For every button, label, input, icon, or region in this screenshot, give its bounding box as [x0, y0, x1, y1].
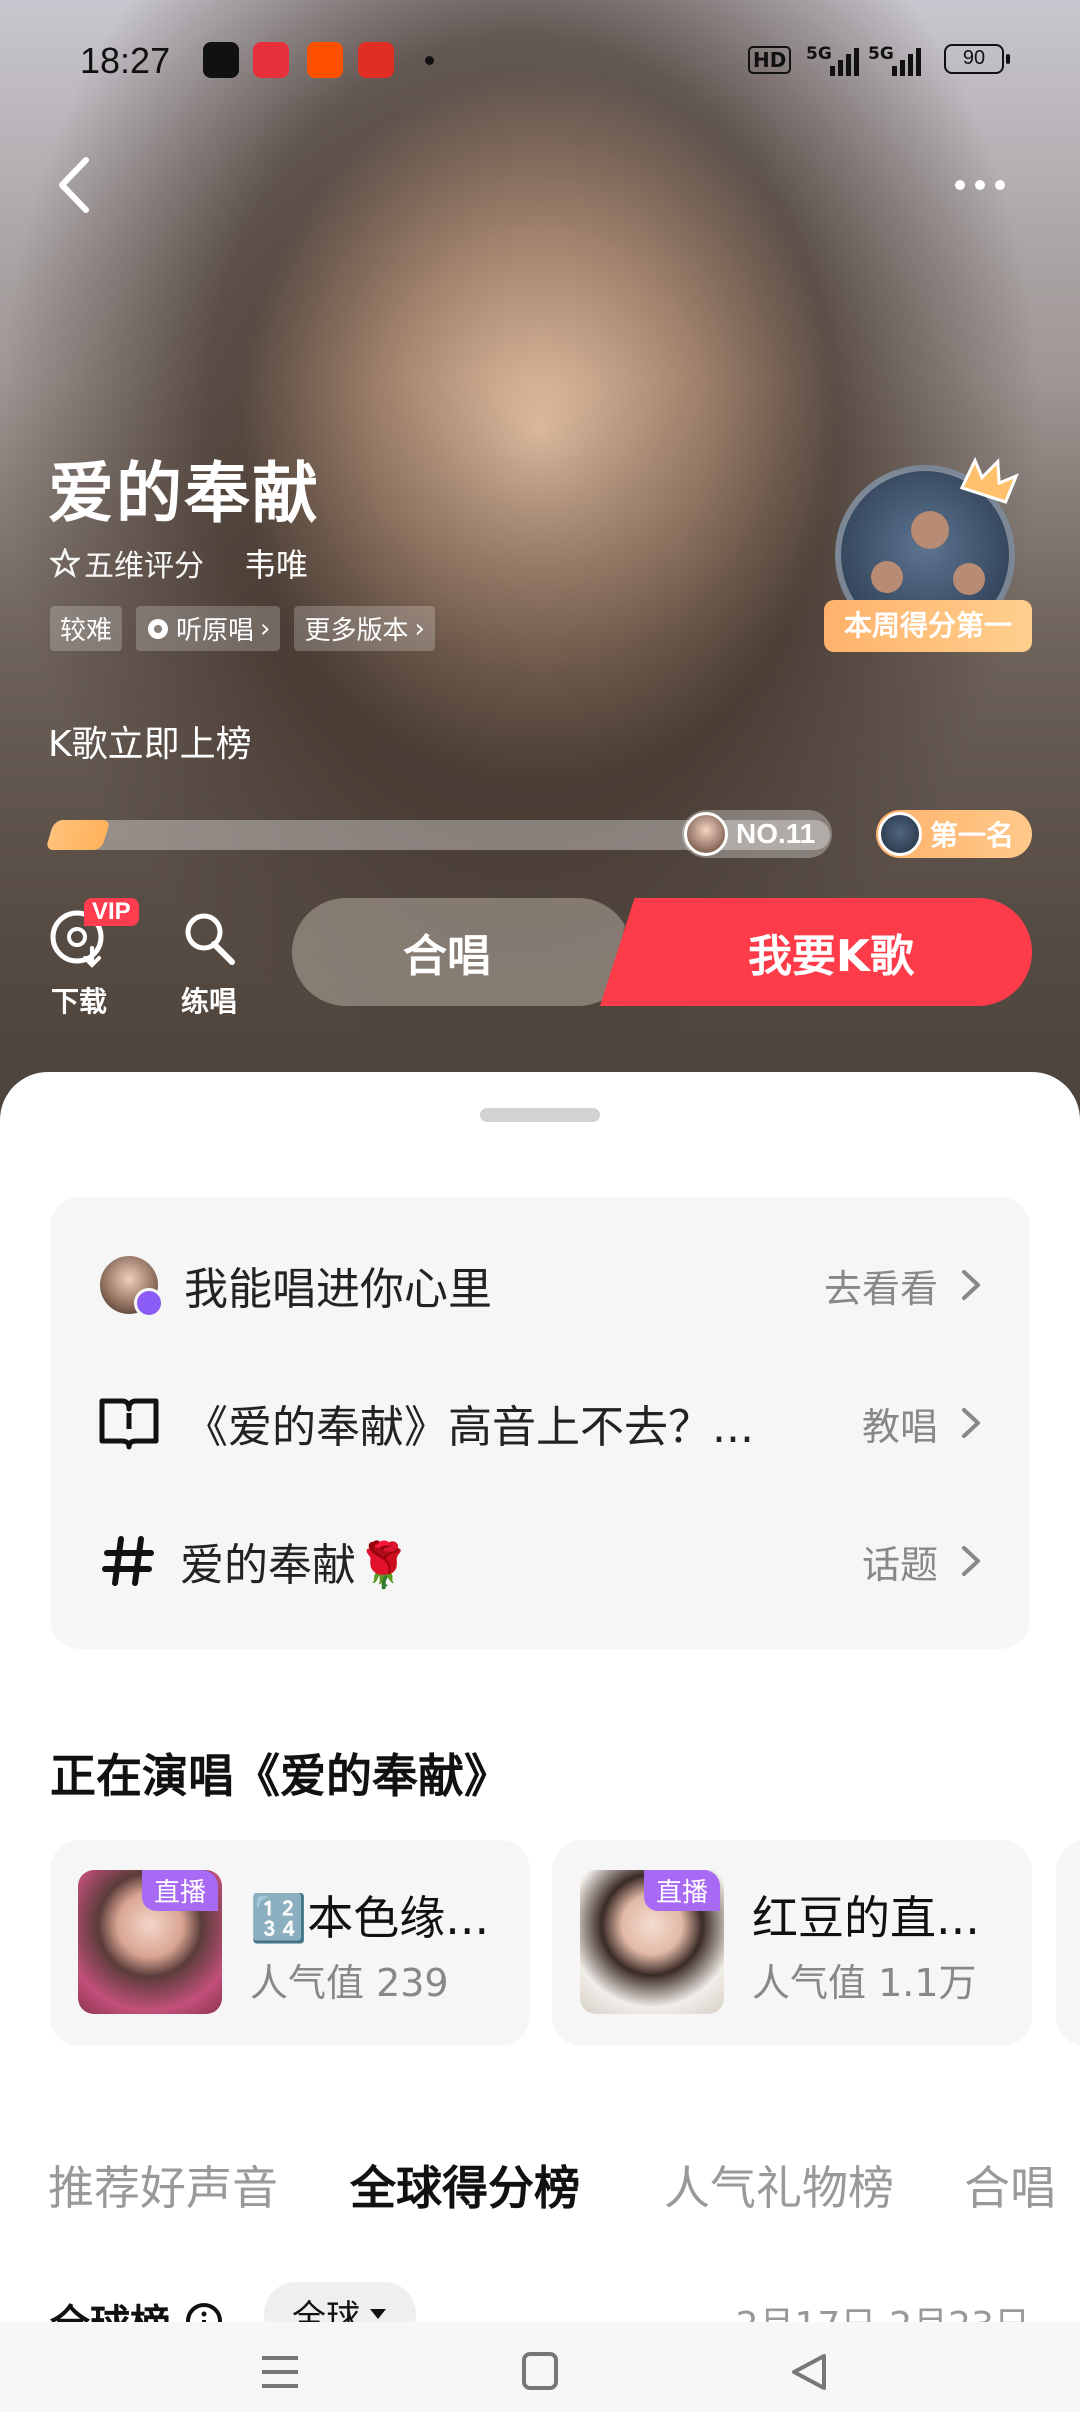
ranking-tabs: 推荐好声音 全球得分榜 人气礼物榜 合唱	[0, 2152, 1080, 2232]
menu-icon[interactable]	[250, 2350, 310, 2394]
book-icon	[98, 1392, 160, 1454]
hd-icon: HD	[748, 46, 792, 74]
chevron-right-icon: ›	[260, 613, 271, 644]
vip-badge: VIP	[84, 898, 139, 926]
hashtag-icon	[98, 1530, 160, 1592]
toutiao-icon	[253, 42, 289, 78]
weekly-top-badge: 本周得分第一	[824, 600, 1032, 652]
first-place-avatar	[878, 812, 922, 856]
live-room-name: 🔢本色缘...	[250, 1891, 490, 1945]
live-popularity: 人气值 239	[250, 1961, 449, 2005]
system-nav-bar	[0, 2322, 1080, 2412]
tiktok-icon	[203, 42, 239, 78]
caret-down-icon	[370, 2309, 386, 2319]
chevron-right-icon: ›	[414, 613, 425, 644]
feature-row-topic[interactable]: 爱的奉献🌹 话题	[50, 1501, 1030, 1621]
taobao-icon	[307, 42, 343, 78]
signal-label-1: 5G	[806, 44, 832, 64]
feature-row-tutorial[interactable]: 《爱的奉献》高音上不去？... 教唱	[50, 1363, 1030, 1483]
feature-card: 我能唱进你心里 去看看 《爱的奉献》高音上不去？... 教唱 爱的奉献🌹 话题	[50, 1197, 1030, 1649]
dot-icon	[955, 180, 965, 190]
more-versions-label: 更多版本	[304, 616, 409, 646]
sheet-drag-handle[interactable]	[480, 1108, 600, 1122]
song-title: 爱的奉献	[48, 455, 320, 532]
rank-progress-fill	[45, 820, 111, 850]
crown-icon	[960, 456, 1019, 504]
rating-star-icon	[50, 548, 80, 578]
difficulty-tag: 较难	[50, 606, 123, 651]
current-user-avatar	[684, 812, 728, 856]
tab-recommended-voices[interactable]: 推荐好声音	[48, 2152, 278, 2218]
signal-bars-1-icon	[830, 48, 859, 76]
current-rank-label: NO.11	[736, 818, 816, 849]
live-card[interactable]: 直播 红豆的直... 人气值 1.1万	[552, 1840, 1032, 2046]
rating-label: 五维评分	[84, 549, 204, 584]
chevron-right-icon	[962, 1270, 980, 1300]
avatar-icon	[98, 1254, 164, 1318]
feature-text: 爱的奉献🌹	[180, 1540, 411, 1591]
pinduoduo-icon	[358, 42, 394, 78]
tab-global-score[interactable]: 全球得分榜	[350, 2152, 580, 2218]
song-meta-row: 五维评分 韦唯	[50, 540, 308, 586]
download-label: 下载	[50, 985, 107, 1018]
back-triangle-icon[interactable]	[780, 2350, 840, 2394]
current-rank-chip[interactable]: NO.11	[682, 810, 832, 858]
practice-label: 练唱	[180, 985, 237, 1018]
tab-duet[interactable]: 合唱	[964, 2152, 1056, 2218]
live-tag: 直播	[142, 1870, 219, 1911]
listen-original-tag[interactable]: 听原唱 ›	[136, 606, 281, 651]
first-place-label: 第一名	[930, 819, 1015, 852]
signal-label-2: 5G	[868, 44, 894, 64]
duet-button[interactable]: 合唱	[292, 898, 632, 1006]
dot-icon	[975, 180, 985, 190]
microphone-icon	[185, 913, 235, 965]
content-sheet: 我能唱进你心里 去看看 《爱的奉献》高音上不去？... 教唱 爱的奉献🌹 话题 …	[0, 1072, 1080, 2412]
live-card[interactable]: 直播 🔢本色缘... 人气值 239	[50, 1840, 530, 2046]
tab-gift-ranking[interactable]: 人气礼物榜	[664, 2152, 894, 2218]
live-card-partial[interactable]	[1056, 1840, 1080, 2046]
live-section-title: 正在演唱《爱的奉献》	[50, 1749, 510, 1803]
status-time: 18:27	[80, 40, 171, 81]
feature-row-recommend[interactable]: 我能唱进你心里 去看看	[50, 1225, 1030, 1345]
home-icon[interactable]	[510, 2350, 570, 2394]
live-thumbnail: 直播	[580, 1870, 724, 2014]
feature-action: 去看看	[823, 1266, 938, 1311]
live-indicator-icon	[134, 1288, 164, 1318]
five-dimension-rating[interactable]: 五维评分	[50, 541, 204, 585]
feature-action: 教唱	[861, 1404, 938, 1449]
singer-name[interactable]: 韦唯	[244, 540, 308, 586]
feature-text: 我能唱进你心里	[184, 1264, 492, 1315]
back-button[interactable]	[50, 150, 110, 220]
live-room-name: 红豆的直...	[752, 1891, 980, 1945]
battery-icon: 90	[944, 44, 1010, 74]
status-bar: 18:27 HD 5G 5G 90	[0, 30, 1080, 94]
practice-button[interactable]: 练唱	[164, 908, 254, 1020]
sing-karaoke-button[interactable]: 我要K歌	[600, 898, 1032, 1006]
live-popularity: 人气值 1.1万	[752, 1961, 977, 2005]
signal-bars-2-icon	[892, 48, 921, 76]
feature-action: 话题	[861, 1542, 938, 1587]
chevron-right-icon	[962, 1546, 980, 1576]
dot-icon	[995, 180, 1005, 190]
live-thumbnail: 直播	[78, 1870, 222, 2014]
more-options-button[interactable]	[955, 165, 1025, 205]
listen-original-label: 听原唱	[176, 616, 255, 646]
chevron-left-icon	[59, 157, 89, 213]
song-tags: 较难 听原唱 › 更多版本 ›	[50, 606, 435, 651]
chevron-right-icon	[962, 1408, 980, 1438]
globe-icon	[148, 618, 169, 639]
feature-text: 《爱的奉献》高音上不去？...	[184, 1402, 754, 1453]
rank-slogan: K歌立即上榜	[48, 724, 252, 765]
more-versions-tag[interactable]: 更多版本 ›	[294, 606, 435, 651]
live-tag: 直播	[644, 1870, 721, 1911]
first-place-chip[interactable]: 第一名	[876, 810, 1032, 858]
notification-dot-icon	[425, 56, 434, 65]
